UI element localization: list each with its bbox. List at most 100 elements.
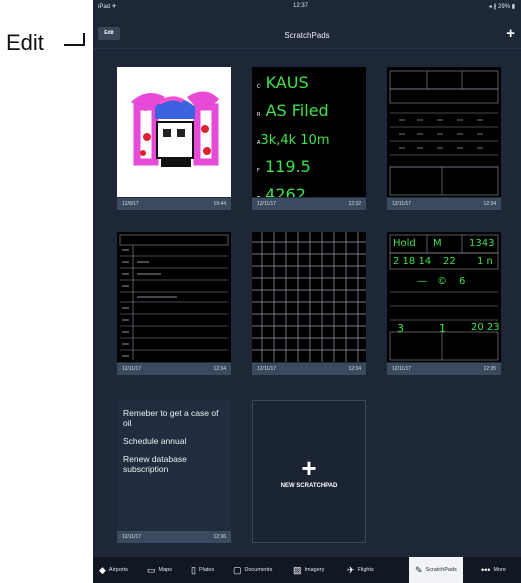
flights-icon: ✈ [347, 564, 355, 575]
card-footer: 12/11/17 12:34 [117, 363, 231, 375]
card-time: 12:34 [348, 366, 361, 372]
imagery-icon: ▨ [293, 564, 302, 575]
note-line: Schedule annual [123, 436, 187, 446]
drawing-canvas [117, 67, 231, 197]
handwritten-value: 1 n [477, 256, 493, 267]
edit-callout-label: Edit [6, 30, 44, 55]
craft-letter: F [257, 168, 260, 174]
tab-label: Airports [108, 567, 128, 573]
card-time: 19:44 [213, 201, 226, 207]
craft-letter: T [257, 196, 260, 197]
tab-label: ScratchPads [425, 567, 457, 573]
tab-imagery[interactable]: ▨ Imagery [293, 557, 324, 583]
tab-label: Flights [357, 567, 374, 573]
card-date: 12/11/17 [122, 534, 142, 540]
card-date: 12/11/17 [257, 366, 277, 372]
documents-icon: ▢ [233, 564, 242, 575]
list-template-canvas [117, 232, 231, 362]
tab-documents[interactable]: ▢ Documents [233, 557, 272, 583]
callout-line [64, 44, 84, 46]
form-grid-icon [389, 70, 499, 196]
plates-icon: ▯ [191, 564, 196, 575]
device-label: iPad ✈ [98, 4, 117, 10]
handwritten-value: 6 [459, 276, 466, 287]
status-bar: iPad ✈ 12:37 ◂ ∦ 29% ▮ [93, 0, 521, 14]
plus-icon: + [301, 453, 317, 483]
handwritten-line: 3k,4k 10m [260, 133, 330, 148]
plus-icon[interactable]: + [506, 26, 515, 41]
card-date: 12/11/17 [122, 366, 142, 372]
card-time: 12:32 [348, 201, 361, 207]
tab-airports[interactable]: ◆ Airports [99, 557, 128, 583]
tab-label: Plates [198, 567, 215, 573]
new-scratchpad-button[interactable]: + NEW SCRATCHPAD [252, 400, 366, 543]
battery-status: ◂ ∦ 29% ▮ [488, 4, 515, 10]
handwritten-value: 2 18 14 [393, 256, 432, 267]
tab-label: Imagery [304, 567, 325, 573]
new-scratchpad-label: NEW SCRATCHPAD [280, 483, 338, 489]
notes-list: Remeber to get a case of oil Schedule an… [123, 408, 225, 482]
card-date: 12/8/17 [122, 201, 139, 207]
scratchpad-card[interactable]: 12/11/17 12:34 [252, 232, 366, 375]
handwritten-line: 4262 [265, 185, 306, 197]
scratchpad-card[interactable]: 12/11/17 12:34 [387, 67, 501, 210]
scratchpad-card[interactable]: Remeber to get a case of oil Schedule an… [117, 400, 231, 543]
scratchpad-card[interactable]: C KAUS R AS Filed A3k,4k 10m F 119.5 T 4… [252, 67, 366, 210]
craft-canvas: C KAUS R AS Filed A3k,4k 10m F 119.5 T 4… [252, 67, 366, 197]
card-time: 12:34 [483, 201, 496, 207]
note-line: Renew database subscription [123, 454, 187, 474]
handwritten-line: AS Filed [265, 101, 329, 120]
grid-canvas [252, 232, 366, 362]
handwritten-line: KAUS [265, 73, 309, 92]
tab-plates[interactable]: ▯ Plates [191, 557, 214, 583]
craft-letter: R [257, 112, 261, 118]
tab-label: Documents [244, 567, 273, 573]
card-date: 12/11/17 [392, 201, 412, 207]
tab-label: More [493, 567, 506, 573]
page-title: ScratchPads [284, 31, 330, 40]
scratchpad-card[interactable]: 12/11/17 12:34 [117, 232, 231, 375]
card-time: 12:36 [213, 534, 226, 540]
callout-line [83, 33, 85, 46]
handwritten-value: Hold [393, 238, 416, 249]
handwritten-value: 20 23 [471, 322, 500, 333]
more-icon: ••• [481, 565, 491, 575]
drawing-icon [131, 91, 219, 167]
status-time: 12:37 [293, 3, 309, 9]
atis-template-canvas [387, 67, 501, 197]
handwritten-value: M [433, 238, 442, 249]
scratchpad-card[interactable]: Hold M 1343 2 18 14 22 1 n — © 6 3 1 20 … [387, 232, 501, 375]
notes-canvas: Remeber to get a case of oil Schedule an… [117, 400, 231, 530]
note-line: Remeber to get a case of oil [123, 408, 219, 428]
card-footer: 12/11/17 12:34 [387, 198, 501, 210]
card-footer: 12/11/17 12:36 [117, 531, 231, 543]
card-time: 12:35 [483, 366, 496, 372]
form-lines-icon [119, 234, 229, 360]
handwritten-value: © [437, 276, 447, 287]
card-date: 12/11/17 [257, 201, 277, 207]
handwritten-value: — [417, 276, 427, 287]
atis-handwritten-canvas: Hold M 1343 2 18 14 22 1 n — © 6 3 1 20 … [387, 232, 501, 362]
tab-scratchpads[interactable]: ✎ ScratchPads [409, 557, 463, 583]
tab-maps[interactable]: ▭ Maps [147, 557, 172, 583]
card-footer: 12/11/17 12:34 [252, 363, 366, 375]
handwritten-value: 22 [443, 256, 456, 267]
tab-label: Maps [158, 567, 172, 573]
tab-flights[interactable]: ✈ Flights [347, 557, 374, 583]
scratchpad-card[interactable]: 12/8/17 19:44 [117, 67, 231, 210]
card-footer: 12/11/17 12:35 [387, 363, 501, 375]
grid-icon [252, 232, 366, 362]
handwritten-value: 1 [439, 322, 446, 335]
handwritten-line: 119.5 [264, 157, 311, 176]
card-footer: 12/8/17 19:44 [117, 198, 231, 210]
tab-bar: ◆ Airports ▭ Maps ▯ Plates ▢ Documents ▨ Imag… [93, 557, 521, 583]
airports-icon: ◆ [99, 564, 106, 575]
new-scratchpad-frame: + NEW SCRATCHPAD [252, 400, 366, 543]
card-date: 12/11/17 [392, 366, 412, 372]
card-time: 12:34 [213, 366, 226, 372]
handwritten-value: 1343 [469, 238, 495, 249]
maps-icon: ▭ [147, 564, 156, 575]
card-footer: 12/11/17 12:32 [252, 198, 366, 210]
ipad-screen: iPad ✈ 12:37 ◂ ∦ 29% ▮ Edit ScratchPads … [93, 0, 521, 583]
tab-more[interactable]: ••• More [481, 557, 506, 583]
